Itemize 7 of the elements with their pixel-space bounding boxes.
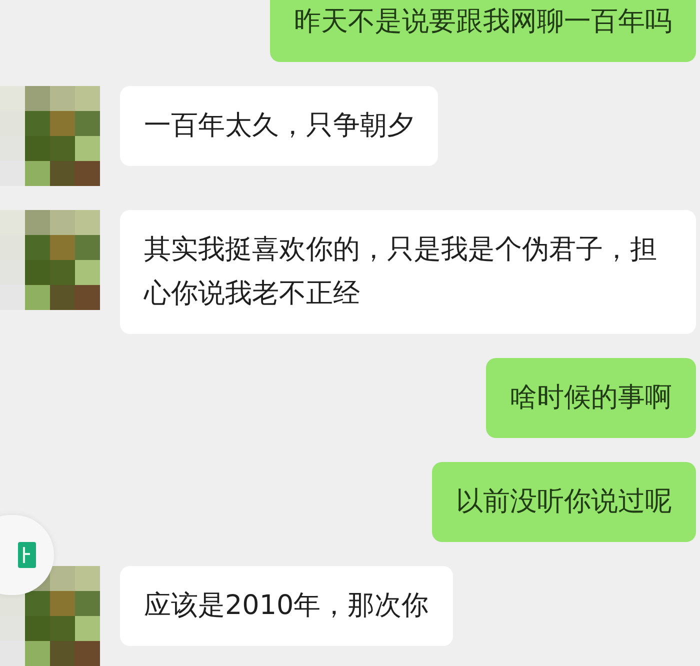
message-bubble: 以前没听你说过呢 [432,462,696,542]
message-bubble: 应该是2010年，那次你 [120,566,453,646]
document-icon [18,542,36,568]
message-bubble: 昨天不是说要跟我网聊一百年吗 [270,0,696,62]
message-bubble: 一百年太久，只争朝夕 [120,86,438,166]
message-bubble: 啥时候的事啊 [486,358,696,438]
message-bubble: 其实我挺喜欢你的，只是我是个伪君子，担心你说我老不正经 [120,210,696,334]
